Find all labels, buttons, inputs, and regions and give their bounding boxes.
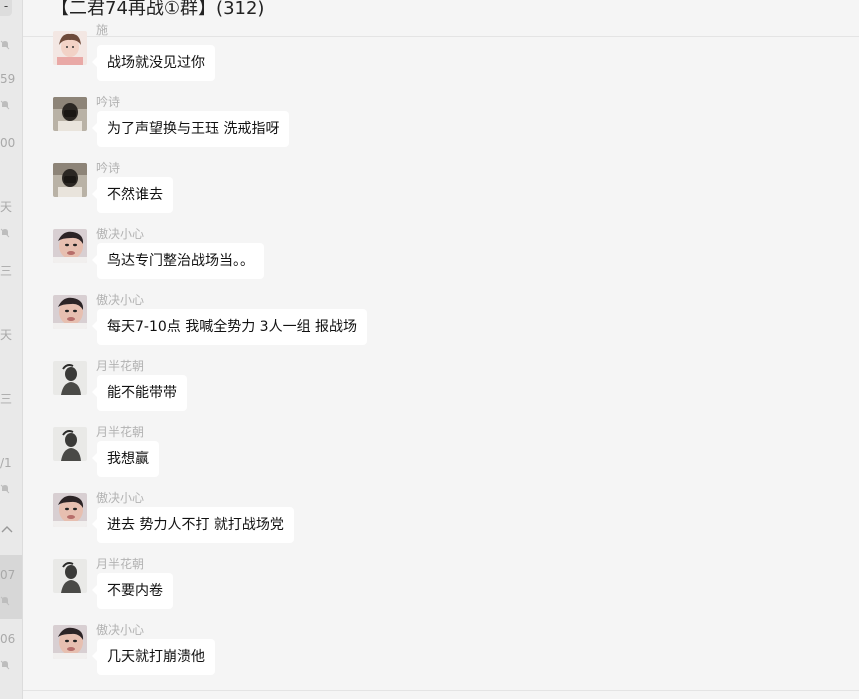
message-bubble[interactable]: 进去 势力人不打 就打战场党 [92,507,294,543]
avatar[interactable] [53,163,87,197]
mute-bell-icon [0,40,10,50]
sender-name: 傲决小心 [96,293,145,307]
sender-name: 傲决小心 [96,623,145,637]
avatar[interactable] [53,559,87,593]
list-item-time: /1 [0,456,12,470]
avatar[interactable] [53,361,87,395]
sender-name: 施 [96,23,109,37]
mute-bell-icon [0,660,10,670]
sender-name: 吟诗 [96,95,121,109]
mute-bell-icon [0,484,10,494]
message-item: 施战场就没见过你 [53,23,833,97]
conversation-list-strip[interactable]: - 59 00 天 三 天 三 /1 07 06 [0,0,23,699]
mute-bell-icon [0,100,10,110]
list-item-time: 59 [0,72,16,86]
avatar[interactable] [53,97,87,131]
collapse-button[interactable]: - [0,0,12,16]
list-item-selected[interactable] [0,555,22,619]
message-item: 傲决小心几天就打崩溃他 [53,623,833,691]
message-bubble[interactable]: 为了声望换与王珏 洗戒指呀 [91,111,290,147]
message-item: 傲决小心进去 势力人不打 就打战场党 [53,491,833,559]
chat-title[interactable]: 【二君74再战①群】(312) [51,0,264,20]
message-item: 吟诗为了声望换与王珏 洗戒指呀 [53,95,833,163]
message-bubble[interactable]: 不然谁去 [92,177,173,213]
list-item-time: 三 [0,392,13,406]
avatar[interactable] [53,427,87,461]
message-item: 月半花朝能不能带带 [53,359,833,427]
message-bubble[interactable]: 我想赢 [92,441,159,477]
message-item: 吟诗不然谁去 [53,161,833,229]
list-item-time: 三 [0,264,13,278]
message-bubble[interactable]: 能不能带带 [92,375,187,411]
list-item-time: 00 [0,136,16,150]
list-item-time: 06 [0,632,16,646]
mute-bell-icon [0,228,10,238]
avatar[interactable] [53,31,87,65]
message-item: 月半花朝我想赢 [53,425,833,493]
avatar[interactable] [53,295,87,329]
message-bubble[interactable]: 不要内卷 [92,573,173,609]
mute-bell-icon [0,596,10,606]
avatar[interactable] [53,493,87,527]
sender-name: 月半花朝 [96,557,145,571]
message-bubble[interactable]: 鸟达专门整治战场当。。 [92,243,264,279]
avatar[interactable] [53,625,87,659]
message-item: 傲决小心每天7-10点 我喊全势力 3人一组 报战场 [53,293,833,361]
sender-name: 吟诗 [96,161,121,175]
chevron-up-icon[interactable] [0,523,14,537]
message-bubble[interactable]: 每天7-10点 我喊全势力 3人一组 报战场 [91,309,368,345]
sender-name: 月半花朝 [96,425,145,439]
message-item: 月半花朝不要内卷 [53,557,833,625]
list-item-time: 天 [0,328,13,342]
message-bubble[interactable]: 战场就没见过你 [92,45,215,81]
message-item: 傲决小心鸟达专门整治战场当。。 [53,227,833,295]
sender-name: 傲决小心 [96,491,145,505]
sender-name: 月半花朝 [96,359,145,373]
avatar[interactable] [53,229,87,263]
sender-name: 傲决小心 [96,227,145,241]
message-bubble[interactable]: 几天就打崩溃他 [92,639,215,675]
divider [23,690,859,691]
list-item-time: 07 [0,568,16,582]
list-item-time: 天 [0,200,13,214]
